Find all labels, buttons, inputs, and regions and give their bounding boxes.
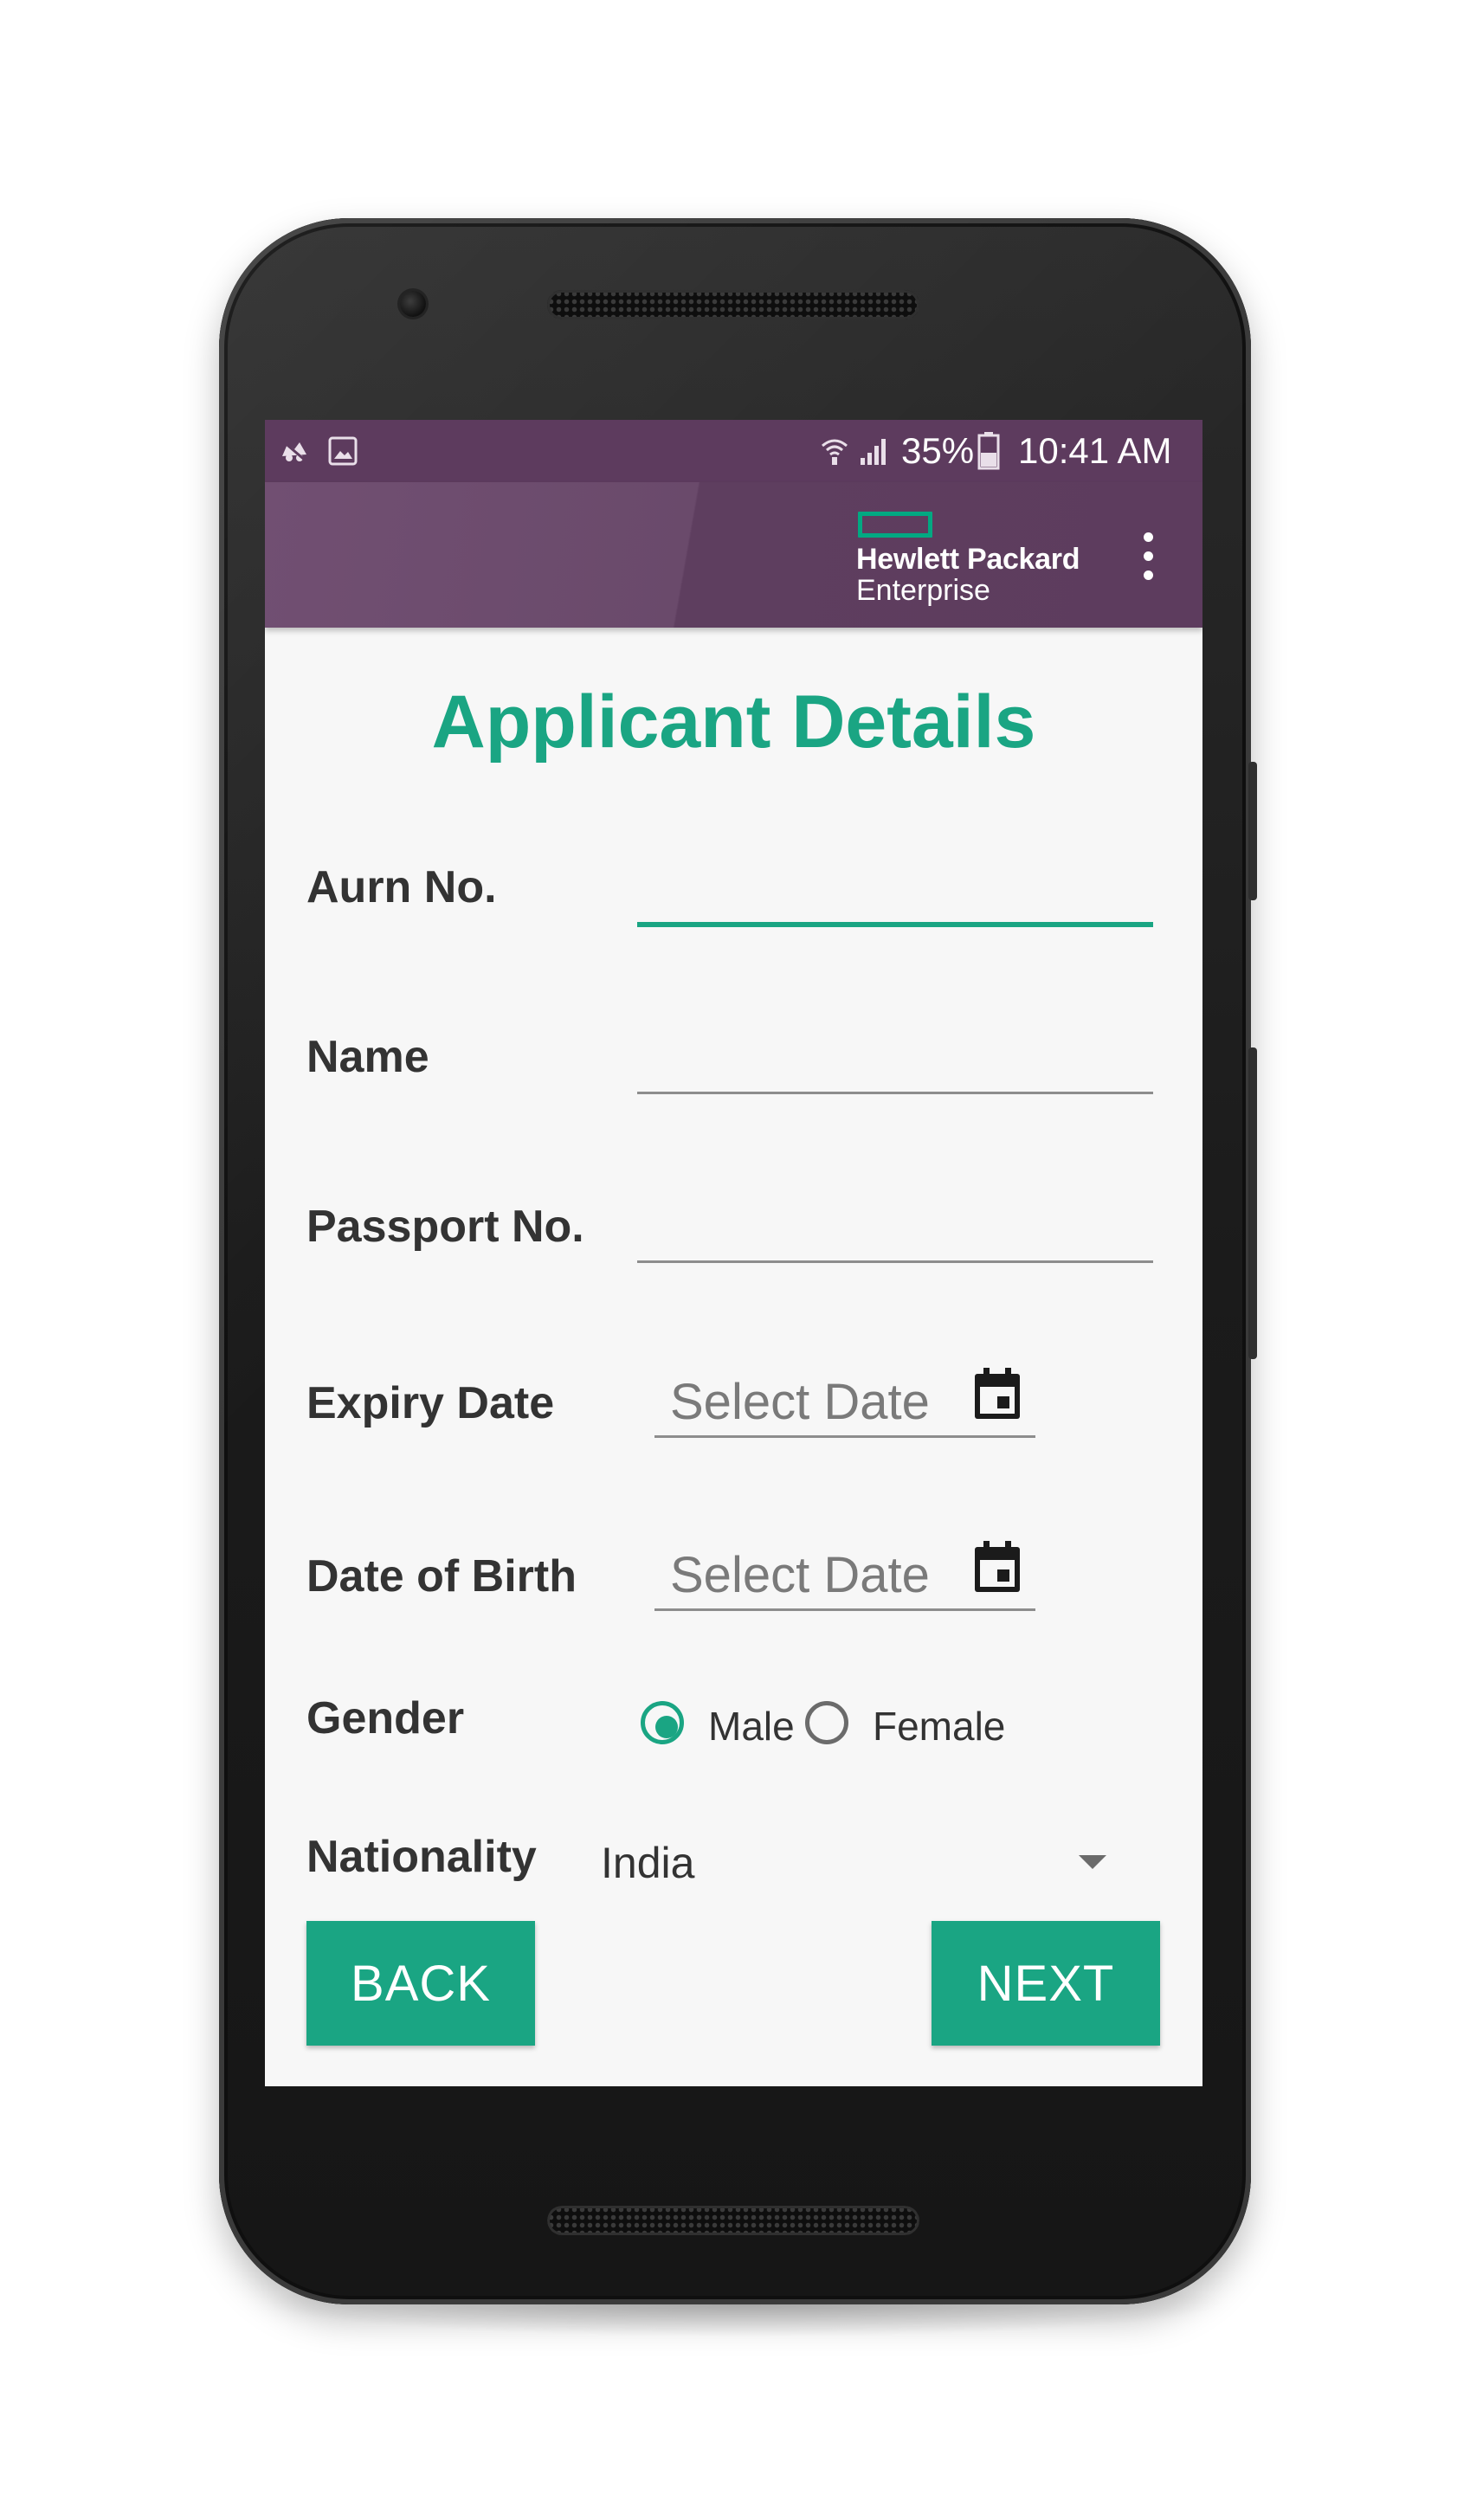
- gender-option-label: Female: [873, 1704, 1006, 1749]
- gender-label: Gender: [306, 1693, 465, 1743]
- gallery-icon: [328, 436, 358, 466]
- hpe-logo: Hewlett Packard Enterprise: [849, 506, 1109, 610]
- dob-placeholder: Select Date: [670, 1547, 930, 1603]
- phone-screen: 35% 10:41 AM Hewlett Packard Enterprise …: [265, 420, 1202, 2086]
- hpe-logo-mark: [858, 512, 932, 538]
- calendar-icon: [975, 1541, 1020, 1592]
- name-input[interactable]: [637, 1024, 1153, 1076]
- logo-text-line2: Enterprise: [856, 574, 990, 607]
- volume-button: [1248, 1047, 1257, 1359]
- battery-icon: [977, 432, 1000, 470]
- page-title: Applicant Details: [431, 680, 1036, 764]
- dob-label: Date of Birth: [306, 1551, 577, 1602]
- dob-underline: [654, 1608, 1035, 1611]
- bottom-speaker: [547, 2206, 919, 2235]
- app-bar: Hewlett Packard Enterprise: [265, 482, 1202, 628]
- radio-dot: [655, 1716, 678, 1738]
- wifi-icon: [822, 439, 848, 465]
- battery-percent: 35%: [901, 430, 975, 471]
- dob-date-picker[interactable]: Select Date: [654, 1539, 1035, 1611]
- aurn-input-underline: [637, 922, 1153, 927]
- overflow-menu-icon[interactable]: [1131, 525, 1165, 586]
- back-button[interactable]: BACK: [306, 1921, 535, 2046]
- gender-radio-female[interactable]: Female: [805, 1701, 1013, 1756]
- next-button[interactable]: NEXT: [932, 1921, 1160, 2046]
- earpiece-speaker: [547, 290, 919, 319]
- dropdown-arrow-icon: [1079, 1855, 1106, 1869]
- aurn-input[interactable]: [637, 853, 1153, 905]
- expiry-date-picker[interactable]: Select Date: [654, 1366, 1035, 1438]
- gender-radio-male[interactable]: Male: [641, 1701, 805, 1756]
- passport-label: Passport No.: [306, 1202, 584, 1252]
- power-button: [1248, 762, 1257, 900]
- front-camera: [400, 291, 426, 317]
- signal-icon: [861, 439, 886, 465]
- name-input-underline: [637, 1092, 1153, 1094]
- expiry-date-underline: [654, 1435, 1035, 1438]
- notification-icon: [281, 439, 307, 463]
- expiry-date-label: Expiry Date: [306, 1378, 555, 1428]
- gender-option-label: Male: [708, 1704, 795, 1749]
- nationality-label: Nationality: [306, 1832, 537, 1882]
- name-label: Name: [306, 1032, 429, 1082]
- nationality-value: India: [601, 1839, 695, 1887]
- status-bar: 35% 10:41 AM: [265, 420, 1202, 482]
- passport-input-underline: [637, 1260, 1153, 1263]
- calendar-icon: [975, 1368, 1020, 1419]
- radio-button-checked: [641, 1701, 684, 1744]
- aurn-label: Aurn No.: [306, 862, 497, 912]
- expiry-date-placeholder: Select Date: [670, 1374, 930, 1430]
- nationality-dropdown[interactable]: India: [585, 1831, 1165, 1892]
- clock: 10:41 AM: [1018, 430, 1172, 471]
- radio-button-unchecked: [805, 1701, 848, 1744]
- passport-input[interactable]: [637, 1193, 1153, 1245]
- logo-text-line1: Hewlett Packard: [856, 543, 1080, 576]
